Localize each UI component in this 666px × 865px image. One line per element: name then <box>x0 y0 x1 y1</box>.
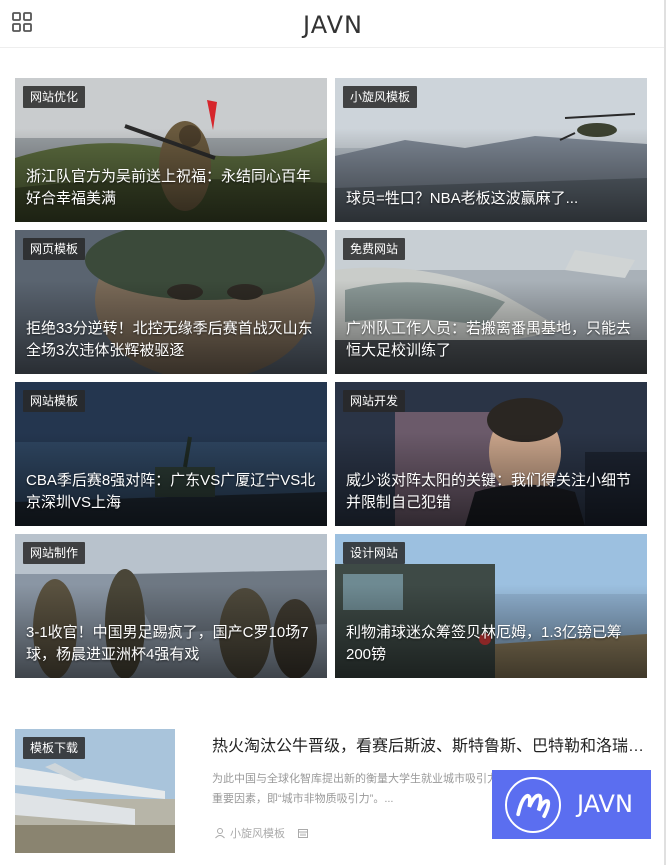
category-tag[interactable]: 网页模板 <box>23 238 86 260</box>
card-title[interactable]: 威少谈对阵太阳的关键：我们得关注小细节 并限制自己犯错 <box>346 470 637 514</box>
featured-card[interactable]: 网站开发 威少谈对阵太阳的关键：我们得关注小细节 并限制自己犯错 <box>335 382 647 526</box>
category-tag[interactable]: 网站优化 <box>23 86 86 108</box>
card-title[interactable]: 利物浦球迷众筹签贝林厄姆，1.3亿镑已筹200镑 <box>346 622 637 666</box>
post-thumbnail[interactable]: 模板下载 <box>15 729 175 853</box>
featured-card[interactable]: 免费网站 广州队工作人员：若搬离番禺基地，只能去恒大足校训练了 <box>335 230 647 374</box>
card-title[interactable]: CBA季后赛8强对阵：广东VS广厦辽宁VS北京深圳VS上海 <box>26 470 317 514</box>
page: JAVN 网站优化 浙江队官方为吴前送上祝福：永结同心百年好合幸福美满 小旋风模… <box>0 0 666 865</box>
brand-badge[interactable]: JAVN <box>492 770 651 839</box>
brand-badge-text: JAVN <box>577 790 633 818</box>
card-title[interactable]: 拒绝33分逆转！北控无缘季后赛首战灭山东 全场3次违体张辉被驱逐 <box>26 318 317 362</box>
card-title[interactable]: 球员=牲口？NBA老板这波赢麻了... <box>346 188 637 210</box>
category-tag[interactable]: 设计网站 <box>343 542 406 564</box>
site-logo[interactable]: JAVN <box>0 11 666 39</box>
brand-logo-icon <box>505 777 561 833</box>
category-tag[interactable]: 模板下载 <box>23 737 86 759</box>
card-title[interactable]: 浙江队官方为吴前送上祝福：永结同心百年好合幸福美满 <box>26 166 317 210</box>
user-icon <box>215 828 225 839</box>
featured-card[interactable]: 网站模板 CBA季后赛8强对阵：广东VS广厦辽宁VS北京深圳VS上海 <box>15 382 327 526</box>
card-title[interactable]: 广州队工作人员：若搬离番禺基地，只能去恒大足校训练了 <box>346 318 637 362</box>
calendar-icon <box>298 829 308 838</box>
category-tag[interactable]: 网站开发 <box>343 390 406 412</box>
category-tag[interactable]: 网站制作 <box>23 542 86 564</box>
category-tag[interactable]: 小旋风模板 <box>343 86 418 108</box>
post-title[interactable]: 热火淘汰公牛晋级，看赛后斯波、斯特鲁斯、巴特勒和洛瑞怎么说 <box>212 736 647 758</box>
post-meta: 小旋风模板 <box>214 825 309 841</box>
card-title[interactable]: 3-1收官！中国男足踢疯了，国产C罗10场7球，杨晨进亚洲杯4强有戏 <box>26 622 317 666</box>
category-tag[interactable]: 网站模板 <box>23 390 86 412</box>
post-excerpt: 为此中国与全球化智库提出新的衡量大学生就业城市吸引力的重要因素，即“城市非物质吸… <box>212 773 509 805</box>
featured-card[interactable]: 网站优化 浙江队官方为吴前送上祝福：永结同心百年好合幸福美满 <box>15 78 327 222</box>
featured-card[interactable]: 小旋风模板 球员=牲口？NBA老板这波赢麻了... <box>335 78 647 222</box>
category-tag[interactable]: 免费网站 <box>343 238 406 260</box>
post-author[interactable]: 小旋风模板 <box>230 825 285 841</box>
featured-card[interactable]: 设计网站 利物浦球迷众筹签贝林厄姆，1.3亿镑已筹200镑 <box>335 534 647 678</box>
featured-card[interactable]: 网站制作 3-1收官！中国男足踢疯了，国产C罗10场7球，杨晨进亚洲杯4强有戏 <box>15 534 327 678</box>
header: JAVN <box>0 0 666 48</box>
featured-card[interactable]: 网页模板 拒绝33分逆转！北控无缘季后赛首战灭山东 全场3次违体张辉被驱逐 <box>15 230 327 374</box>
